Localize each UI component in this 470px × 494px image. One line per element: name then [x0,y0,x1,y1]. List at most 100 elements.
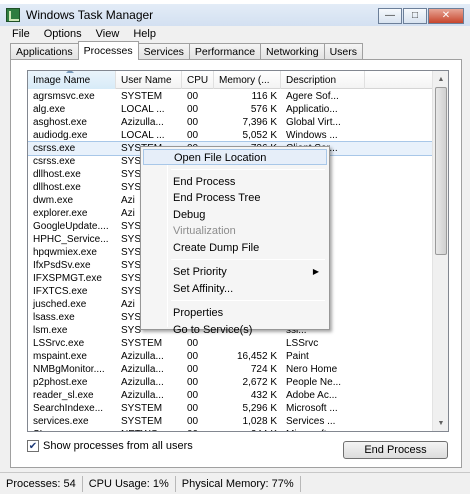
table-row[interactable]: reader_sl.exe Azizulla... 00 432 K Adobe Ac.… [28,389,434,402]
menu-view[interactable]: View [96,28,120,40]
cell-image-name: hpqwmiex.exe [33,247,97,258]
cell-description: Agere Sof... [286,91,339,102]
menu-item-label: Set Priority [173,266,227,278]
cell-user-name: Azizulla... [121,351,164,362]
end-process-button[interactable]: End Process [343,441,448,459]
cell-description: Nero Home [286,364,338,375]
table-row[interactable]: services.exe SYSTEM 00 1,028 K Services ... [28,415,434,428]
table-row[interactable]: mspaint.exe Azizulla... 00 16,452 K Paint [28,350,434,363]
show-all-users-option[interactable]: ✔ Show processes from all users [27,440,193,452]
cell-image-name: asghost.exe [33,117,87,128]
tab-networking[interactable]: Networking [260,43,325,60]
table-row[interactable]: p2phost.exe Azizulla... 00 2,672 K People Ne… [28,376,434,389]
cell-image-name: agrsmsvc.exe [33,91,95,102]
column-header-description[interactable]: Description [281,71,365,89]
table-row[interactable]: SLsvc.exeNETWO...00244 KMicrosoft ... [28,428,434,431]
cell-cpu: 00 [187,91,199,102]
menu-options[interactable]: Options [44,28,82,40]
cell-image-name: csrss.exe [33,156,76,167]
column-header-image-name[interactable]: Image Name [28,71,116,89]
show-all-users-checkbox[interactable]: ✔ [27,440,39,452]
cell-description: People Ne... [286,377,342,388]
sort-ascending-icon [66,71,74,73]
cell-description: Microsoft ... [281,428,365,431]
column-header-cpu[interactable]: CPU [182,71,214,89]
cell-memory: 16,452 K [236,351,277,362]
menu-item-label: Open File Location [174,152,267,164]
menu-file[interactable]: File [12,28,30,40]
menu-help[interactable]: Help [133,28,156,40]
menu-item-open-file-location[interactable]: Open File Location [143,149,327,165]
tab-processes[interactable]: Processes [77,41,139,60]
table-row[interactable]: agrsmsvc.exe SYSTEM 00 116 K Agere Sof... [28,90,434,103]
menu-item-set-priority[interactable]: Set Priority ▶ [143,264,327,280]
cell-cpu: 00 [187,416,199,427]
menu-item-go-to-service-s[interactable]: Go to Service(s) [143,322,327,338]
cell-description: Applicatio... [286,104,338,115]
cell-description: Global Virt... [286,117,341,128]
cell-description: Microsoft ... [286,403,338,414]
status-cpu-usage: CPU Usage: 1% [83,475,176,492]
menu-item-debug[interactable]: Debug [143,207,327,223]
minimize-button[interactable]: — [378,8,402,24]
cell-image-name: dwm.exe [33,195,74,206]
menu-item-end-process[interactable]: End Process [143,174,327,190]
cell-cpu: 00 [187,338,199,349]
cell-memory: 5,296 K [242,403,277,414]
menu-item-label: Virtualization [173,225,236,237]
scroll-down-icon[interactable]: ▼ [433,415,448,431]
column-header-user-name[interactable]: User Name [116,71,182,89]
menu-item-create-dump-file[interactable]: Create Dump File [143,240,327,256]
cell-cpu: 00 [187,403,199,414]
cell-memory: 2,672 K [242,377,277,388]
cell-image-name: LSSrvc.exe [33,338,85,349]
vertical-scrollbar[interactable]: ▲ ▼ [432,71,448,431]
cell-user-name: NETWO... [116,428,182,431]
cell-user-name: SYSTEM [121,416,163,427]
cell-memory: 576 K [250,104,277,115]
cell-image-name: dllhost.exe [33,182,81,193]
close-button[interactable]: ✕ [428,8,464,24]
table-row[interactable]: NMBgMonitor.... Azizulla... 00 724 K Nero Ho… [28,363,434,376]
column-header-label: Image Name [33,74,91,86]
cell-memory: 7,396 K [242,117,277,128]
cell-memory: 116 K [251,91,277,102]
column-header-memory[interactable]: Memory (... [214,71,281,89]
cell-user-name: SYSTEM [121,91,163,102]
column-header-label: Memory (... [219,74,270,86]
cell-image-name: dllhost.exe [33,169,81,180]
scroll-up-icon[interactable]: ▲ [433,71,448,87]
scroll-thumb[interactable] [435,87,447,255]
table-row[interactable]: LSSrvc.exe SYSTEM 00 LSSrvc [28,337,434,350]
title-bar[interactable]: Windows Task Manager — □ ✕ [0,4,470,26]
column-header-label: CPU [187,74,209,86]
tab-users[interactable]: Users [323,43,363,60]
cell-image-name: IFXSPMGT.exe [33,273,102,284]
task-manager-app-icon [6,8,20,22]
cell-description: Adobe Ac... [286,390,338,401]
menu-item-label: Debug [173,208,206,221]
tab-services[interactable]: Services [137,43,190,60]
cell-memory: 5,052 K [242,130,277,141]
table-row[interactable]: alg.exe LOCAL ... 00 576 K Applicatio... [28,103,434,116]
menu-item-set-affinity[interactable]: Set Affinity... [143,281,327,297]
column-header-label: User Name [121,74,172,86]
cell-memory: 432 K [250,390,277,401]
menu-bar: File Options View Help [0,26,470,42]
tab-performance[interactable]: Performance [188,43,262,60]
cell-user-name: Azizulla... [121,364,164,375]
cell-image-name: NMBgMonitor.... [33,364,105,375]
status-bar: Processes: 54 CPU Usage: 1% Physical Mem… [0,472,470,494]
table-row[interactable]: audiodg.exe LOCAL ... 00 5,052 K Windows ... [28,129,434,142]
cell-image-name: reader_sl.exe [33,390,94,401]
table-row[interactable]: SearchIndexe... SYSTEM 00 5,296 K Microsoft … [28,402,434,415]
table-row[interactable]: asghost.exe Azizulla... 00 7,396 K Global Vi… [28,116,434,129]
menu-item-end-process-tree[interactable]: End Process Tree [143,190,327,206]
maximize-button[interactable]: □ [403,8,427,24]
cell-image-name: jusched.exe [33,299,87,310]
cell-cpu: 00 [187,351,199,362]
cell-user-name: Azizulla... [121,117,164,128]
menu-item-properties[interactable]: Properties [143,305,327,321]
tab-applications[interactable]: Applications [10,43,79,60]
process-context-menu: Open File Location End Process End Process… [140,146,330,336]
